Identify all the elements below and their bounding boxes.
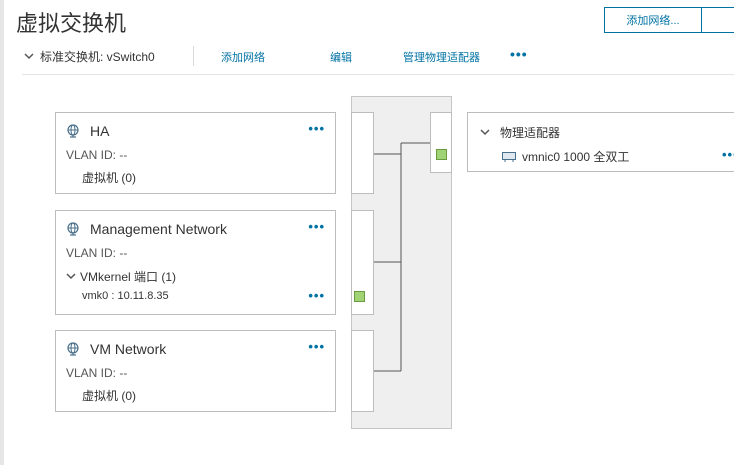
physical-adapter-row[interactable]: vmnic0 1000 全双工	[502, 148, 629, 165]
port-status-led	[354, 291, 365, 302]
chevron-down-icon	[480, 129, 490, 136]
nic-icon	[502, 151, 516, 162]
physical-adapters-card[interactable]: 物理适配器 vmnic0 1000 全双工 •••	[467, 112, 734, 172]
physical-adapters-title: 物理适配器	[500, 126, 561, 140]
physical-adapter-more-icon[interactable]: •••	[722, 147, 734, 162]
uplink-status-led	[436, 149, 447, 160]
physical-adapter-name: vmnic0 1000 全双工	[522, 150, 630, 164]
physical-adapters-header[interactable]: 物理适配器	[480, 124, 560, 141]
switch-wiring	[374, 142, 430, 372]
